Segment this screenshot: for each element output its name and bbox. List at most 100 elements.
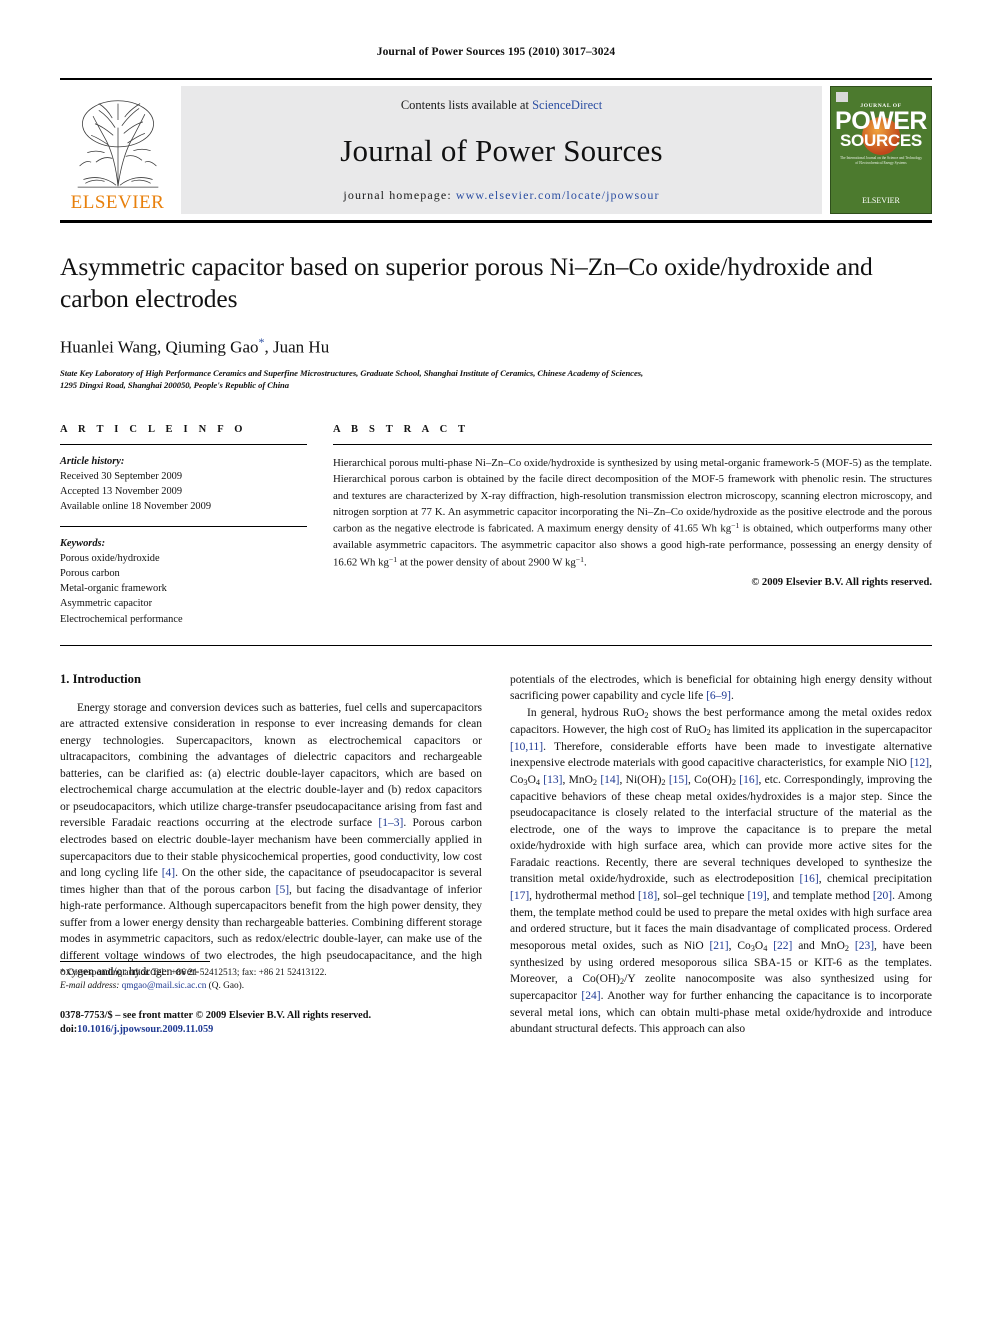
intro-paragraph-right-continued: potentials of the electrodes, which is b…: [510, 672, 932, 705]
abstract-sup-2: −1: [388, 554, 398, 564]
affiliation: State Key Laboratory of High Performance…: [60, 367, 932, 392]
citation-ref: [12]: [909, 757, 930, 770]
article-info-rule: [60, 443, 307, 445]
section-heading-introduction: 1. Introduction: [60, 671, 141, 686]
article-history-group: Article history: Received 30 September 2…: [60, 454, 307, 514]
masthead-center-panel: Contents lists available at ScienceDirec…: [181, 86, 822, 214]
text-run: In general, hydrous RuO: [527, 706, 645, 719]
citation-ref: [22]: [773, 939, 793, 952]
cover-publisher-mark: ELSEVIER: [831, 196, 931, 205]
keywords-title: Keywords:: [60, 538, 106, 550]
text-run: , chemical precipitation: [818, 873, 932, 886]
text-run: .: [730, 690, 734, 703]
body-columns: 1. Introduction Energy storage and conve…: [60, 672, 932, 1038]
citation-ref: [19]: [747, 890, 767, 903]
email-link[interactable]: qmgao@mail.sic.ac.cn: [119, 981, 207, 991]
email-tail: (Q. Gao).: [206, 981, 245, 992]
text-run: , Co(OH): [688, 773, 732, 786]
intro-paragraph-right-2: In general, hydrous RuO2 shows the best …: [510, 705, 932, 1038]
cover-title-line2: SOURCES: [840, 130, 922, 150]
body-column-left: 1. Introduction Energy storage and conve…: [60, 672, 482, 1038]
keyword-item: Porous oxide/hydroxide: [60, 553, 160, 565]
doi-line: doi:10.1016/j.jpowsour.2009.11.059: [60, 1023, 482, 1038]
journal-masthead: ELSEVIER Contents lists available at Sci…: [60, 78, 932, 223]
citation-ref: [16]: [799, 873, 819, 886]
cover-blurb: The International Journal on the Science…: [839, 155, 922, 166]
elsevier-wordmark: ELSEVIER: [70, 192, 165, 213]
sciencedirect-link[interactable]: ScienceDirect: [532, 98, 602, 112]
paper-page: Journal of Power Sources 195 (2010) 3017…: [0, 0, 992, 1323]
section-divider-rule: [60, 644, 932, 646]
history-item: Available online 18 November 2009: [60, 501, 212, 513]
abstract-heading: A B S T R A C T: [333, 423, 470, 435]
title-block: Asymmetric capacitor based on superior p…: [60, 251, 932, 392]
contents-available-line: Contents lists available at ScienceDirec…: [401, 98, 602, 113]
abstract-sup-3: −1: [575, 554, 585, 564]
citation-ref: [24]: [581, 990, 601, 1003]
abstract-column: A B S T R A C T Hierarchical porous mult…: [333, 424, 932, 627]
masthead-bottom-rule: [60, 220, 932, 223]
contents-prefix: Contents lists available at: [400, 98, 533, 112]
history-item: Received 30 September 2009: [60, 470, 183, 482]
journal-homepage-line: journal homepage: www.elsevier.com/locat…: [343, 188, 659, 203]
article-info-heading: A R T I C L E I N F O: [60, 423, 247, 435]
text-run: , sol–gel technique: [657, 890, 748, 903]
keywords-separator-rule: [60, 526, 307, 528]
corresponding-author-note: * Corresponding author. Tel.: +86 21 524…: [60, 968, 327, 979]
footnote-rule: [60, 961, 210, 963]
footnote-block: * Corresponding author. Tel.: +86 21 524…: [60, 961, 482, 1038]
keyword-item: Asymmetric capacitor: [60, 598, 153, 610]
article-info-column: A R T I C L E I N F O Article history: R…: [60, 424, 307, 627]
text-run: , MnO: [562, 773, 593, 786]
text-run: Energy storage and conversion devices su…: [60, 701, 482, 830]
intro-paragraph-left: Energy storage and conversion devices su…: [60, 700, 482, 981]
text-run: , Ni(OH): [619, 773, 662, 786]
citation-ref: [23]: [854, 939, 875, 952]
text-run: O: [527, 773, 536, 786]
keyword-item: Electrochemical performance: [60, 613, 183, 625]
affiliation-line-2: 1295 Dingxi Road, Shanghai 200050, Peopl…: [60, 380, 290, 391]
body-column-right: potentials of the electrodes, which is b…: [510, 672, 932, 1038]
email-note: E-mail address: qmgao@mail.sic.ac.cn (Q.…: [60, 980, 482, 993]
issn-line: 0378-7753/$ – see front matter © 2009 El…: [60, 1009, 372, 1021]
keywords-group: Keywords: Porous oxide/hydroxide Porous …: [60, 536, 307, 626]
affiliation-line-1: State Key Laboratory of High Performance…: [60, 367, 644, 378]
text-run: has limited its application in the super…: [710, 723, 932, 736]
authors-main: Huanlei Wang, Qiuming Gao: [60, 337, 259, 357]
homepage-url-link[interactable]: www.elsevier.com/locate/jpowsour: [456, 188, 660, 202]
cover-publisher-name: ELSEVIER: [862, 196, 900, 205]
email-label: E-mail address:: [60, 981, 120, 992]
copyright-line: © 2009 Elsevier B.V. All rights reserved…: [751, 577, 932, 589]
history-item: Accepted 13 November 2009: [60, 485, 183, 497]
citation-ref: [16]: [739, 773, 759, 786]
text-run: O: [754, 939, 764, 952]
issn-copyright-block: 0378-7753/$ – see front matter © 2009 El…: [60, 1009, 482, 1038]
author-list: Huanlei Wang, Qiuming Gao*, Juan Hu: [60, 335, 932, 358]
doi-label: doi:: [60, 1024, 78, 1036]
citation-ref: [4]: [161, 867, 176, 880]
elsevier-tree-icon: [77, 100, 158, 188]
text-run: , and template method: [766, 890, 873, 903]
doi-link[interactable]: 10.1016/j.jpowsour.2009.11.059: [77, 1024, 213, 1035]
journal-cover-thumbnail: JOURNAL OF POWER SOURCES The Internation…: [830, 86, 932, 214]
citation-ref: [18]: [638, 890, 658, 903]
text-run: . Therefore, considerable efforts have b…: [510, 740, 932, 770]
citation-ref: [5]: [275, 883, 290, 896]
text-run: and MnO: [792, 939, 845, 952]
homepage-prefix: journal homepage:: [343, 188, 456, 202]
article-history-title: Article history:: [60, 455, 125, 467]
citation-ref: [17]: [510, 890, 530, 903]
citation-ref: [14]: [600, 773, 620, 786]
citation-ref: [21]: [709, 939, 729, 952]
citation-ref: [6–9]: [706, 690, 731, 703]
citation-ref: [13]: [543, 773, 563, 786]
keyword-item: Porous carbon: [60, 568, 120, 580]
page-title: Asymmetric capacitor based on superior p…: [60, 252, 873, 314]
info-abstract-row: A R T I C L E I N F O Article history: R…: [60, 424, 932, 627]
cover-barcode-mark: [836, 92, 848, 102]
subscript: 2: [661, 777, 666, 787]
keyword-item: Metal-organic framework: [60, 583, 167, 595]
cover-title-line1: POWER: [835, 107, 927, 135]
text-run: , Co: [728, 939, 751, 952]
citation-ref: [1–3]: [378, 817, 404, 830]
